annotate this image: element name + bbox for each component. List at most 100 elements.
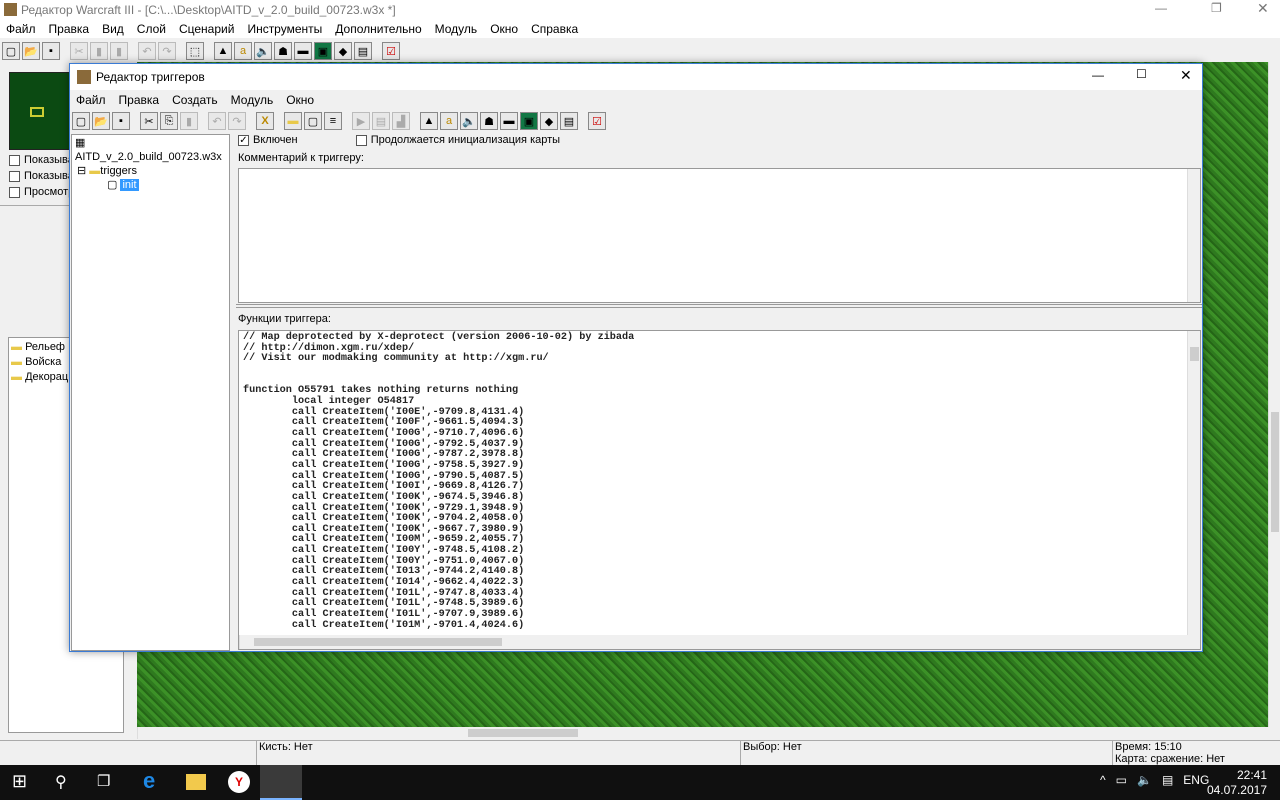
- minimap-option[interactable]: Просмотр: [9, 184, 74, 200]
- restore-button[interactable]: ❐: [1211, 1, 1222, 15]
- menu-layer[interactable]: Слой: [137, 22, 166, 36]
- new-category-icon[interactable]: ▬: [284, 112, 302, 130]
- cut-icon[interactable]: ✂: [70, 42, 88, 60]
- campaign-icon[interactable]: ▬: [500, 112, 518, 130]
- copy-icon[interactable]: ⎘: [160, 112, 178, 130]
- menu-window[interactable]: Окно: [490, 22, 518, 36]
- new-icon[interactable]: ▢: [72, 112, 90, 130]
- trigger-editor-title-bar: Редактор триггеров — ☐ ✕: [70, 64, 1202, 90]
- new-comment-icon[interactable]: ≡: [324, 112, 342, 130]
- redo-icon[interactable]: ↷: [158, 42, 176, 60]
- te-minimize-button[interactable]: —: [1092, 68, 1104, 82]
- enabled-checkbox[interactable]: ✓ Включен: [238, 134, 298, 146]
- minimap-option[interactable]: Показыва: [9, 168, 74, 184]
- menu-view[interactable]: Вид: [102, 22, 124, 36]
- minimize-button[interactable]: —: [1155, 1, 1167, 15]
- select-icon[interactable]: ⬚: [186, 42, 204, 60]
- te-menu-file[interactable]: Файл: [76, 93, 106, 107]
- status-map: Карта: сражение: Нет: [1115, 753, 1225, 765]
- explorer-icon[interactable]: [186, 774, 206, 790]
- comment-textarea[interactable]: [238, 168, 1201, 303]
- import-icon[interactable]: ◆: [540, 112, 558, 130]
- paste-icon[interactable]: ▮: [180, 112, 198, 130]
- yandex-icon[interactable]: Y: [228, 771, 250, 793]
- tree-folder-triggers[interactable]: ⊟ ▬triggers: [75, 164, 226, 178]
- te-menu-edit[interactable]: Правка: [119, 93, 160, 107]
- te-menu-create[interactable]: Создать: [172, 93, 218, 107]
- status-brush: Кисть: Нет: [256, 741, 313, 766]
- menu-tools[interactable]: Инструменты: [247, 22, 322, 36]
- new-trigger-icon[interactable]: ▢: [304, 112, 322, 130]
- cut-icon[interactable]: ✂: [140, 112, 158, 130]
- tray-chevron-icon[interactable]: ^: [1100, 773, 1106, 787]
- save-icon[interactable]: ▪: [42, 42, 60, 60]
- map-hscroll[interactable]: [137, 727, 1268, 739]
- trigger-editor-menu: Файл Правка Создать Модуль Окно: [76, 93, 327, 107]
- menu-edit[interactable]: Правка: [49, 22, 90, 36]
- minimap-option[interactable]: Показыва: [9, 152, 74, 168]
- new-condition-icon[interactable]: ▤: [372, 112, 390, 130]
- open-icon[interactable]: 📂: [92, 112, 110, 130]
- menu-file[interactable]: Файл: [6, 22, 36, 36]
- sound-icon[interactable]: 🔈: [460, 112, 478, 130]
- campaign-icon[interactable]: ▬: [294, 42, 312, 60]
- splitter[interactable]: [236, 304, 1202, 308]
- search-icon[interactable]: ⚲: [55, 772, 67, 792]
- variables-icon[interactable]: X: [256, 112, 274, 130]
- paste-icon[interactable]: ▮: [110, 42, 128, 60]
- trigger-tree[interactable]: ▦ AITD_v_2.0_build_00723.w3x ⊟ ▬triggers…: [71, 134, 230, 651]
- code-vscroll[interactable]: [1187, 331, 1200, 636]
- map-vscroll[interactable]: [1268, 62, 1280, 727]
- open-icon[interactable]: 📂: [22, 42, 40, 60]
- new-icon[interactable]: ▢: [2, 42, 20, 60]
- code-text[interactable]: // Map deprotected by X-deprotect (versi…: [243, 332, 634, 631]
- volume-icon[interactable]: 🔈: [1137, 773, 1152, 787]
- sound-icon[interactable]: 🔈: [254, 42, 272, 60]
- task-view-icon[interactable]: ❐: [97, 772, 110, 790]
- test-map-icon[interactable]: ☑: [382, 42, 400, 60]
- undo-icon[interactable]: ↶: [208, 112, 226, 130]
- tree-root[interactable]: ▦ AITD_v_2.0_build_00723.w3x: [75, 136, 226, 164]
- code-hscroll[interactable]: [239, 635, 1200, 649]
- menu-help[interactable]: Справка: [531, 22, 578, 36]
- taskbar: ⊞ ⚲ ❐ e Y ^ ▭ 🔈 ▤ ENG 22:41 04.07.2017: [0, 765, 1280, 800]
- object-icon[interactable]: ☗: [274, 42, 292, 60]
- te-menu-module[interactable]: Модуль: [231, 93, 274, 107]
- undo-icon[interactable]: ↶: [138, 42, 156, 60]
- script-icon[interactable]: ▤: [354, 42, 372, 60]
- map-init-checkbox[interactable]: Продолжается инициализация карты: [355, 134, 560, 146]
- te-menu-window[interactable]: Окно: [286, 93, 314, 107]
- clock[interactable]: 22:41 04.07.2017: [1205, 768, 1267, 798]
- trigger-icon[interactable]: a: [234, 42, 252, 60]
- notification-icon[interactable]: ▤: [1162, 773, 1173, 787]
- network-icon[interactable]: ▭: [1116, 773, 1127, 787]
- trigger-icon[interactable]: a: [440, 112, 458, 130]
- start-button[interactable]: ⊞: [12, 771, 27, 792]
- menu-module[interactable]: Модуль: [435, 22, 478, 36]
- te-maximize-button[interactable]: ☐: [1136, 67, 1147, 81]
- comment-vscroll[interactable]: [1187, 169, 1200, 302]
- new-action-icon[interactable]: ▟: [392, 112, 410, 130]
- terrain-icon[interactable]: ▲: [214, 42, 232, 60]
- ai-icon[interactable]: ▣: [520, 112, 538, 130]
- object-icon[interactable]: ☗: [480, 112, 498, 130]
- test-map-icon[interactable]: ☑: [588, 112, 606, 130]
- new-event-icon[interactable]: ▶: [352, 112, 370, 130]
- close-button[interactable]: ✕: [1257, 0, 1269, 17]
- redo-icon[interactable]: ↷: [228, 112, 246, 130]
- menu-scenario[interactable]: Сценарий: [179, 22, 234, 36]
- edge-icon[interactable]: e: [143, 768, 155, 794]
- terrain-icon[interactable]: ▲: [420, 112, 438, 130]
- code-editor[interactable]: // Map deprotected by X-deprotect (versi…: [238, 330, 1201, 650]
- worldedit-taskbar-icon[interactable]: [260, 765, 302, 800]
- save-icon[interactable]: ▪: [112, 112, 130, 130]
- functions-label: Функции триггера:: [238, 313, 331, 325]
- te-close-button[interactable]: ✕: [1180, 67, 1192, 84]
- script-icon[interactable]: ▤: [560, 112, 578, 130]
- tree-item-init[interactable]: ▢ init: [75, 178, 226, 192]
- main-toolbar: ▢ 📂 ▪ ✂ ▮ ▮ ↶ ↷ ⬚ ▲ a 🔈 ☗ ▬ ▣ ◆ ▤ ☑: [2, 42, 400, 60]
- menu-advanced[interactable]: Дополнительно: [335, 22, 421, 36]
- copy-icon[interactable]: ▮: [90, 42, 108, 60]
- ai-icon[interactable]: ▣: [314, 42, 332, 60]
- import-icon[interactable]: ◆: [334, 42, 352, 60]
